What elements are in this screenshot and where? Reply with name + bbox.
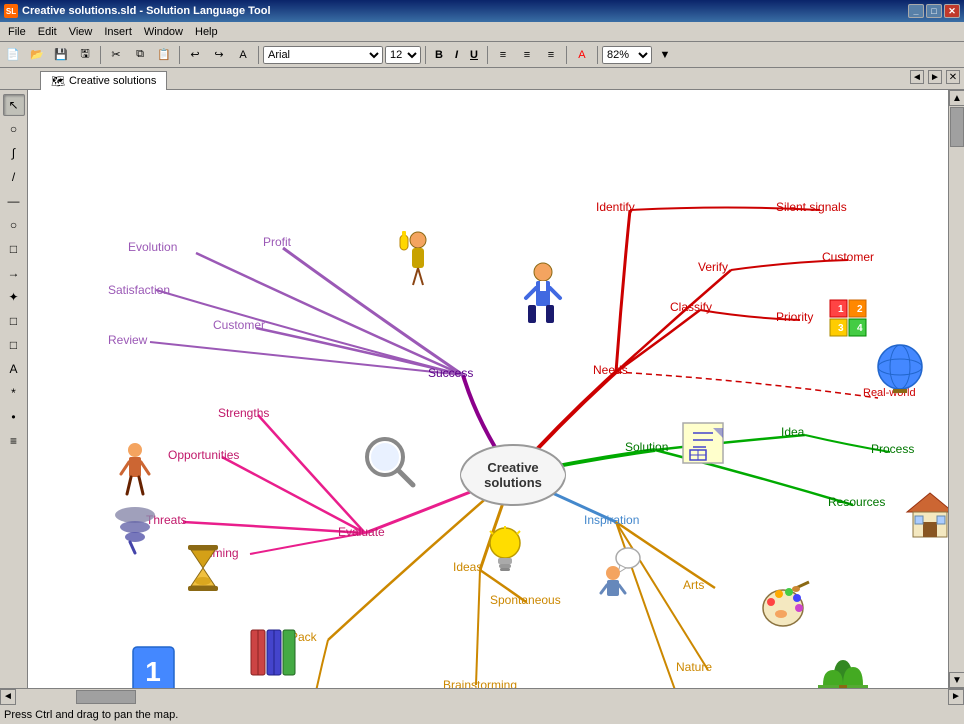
menu-file[interactable]: File [2,24,32,40]
left-toolbar: ↖ ○ ∫ / — ○ □ → ✦ □ □ A * • ≡ [0,90,28,688]
zoom-dropdown-button[interactable]: ▼ [654,45,676,65]
tool-rect[interactable]: □ [3,238,25,260]
right-scrollbar: ▲ ▼ [948,90,964,688]
separator-5 [487,46,488,64]
tab-ctrl-left[interactable]: ◄ [910,70,924,84]
minimize-button[interactable]: _ [908,4,924,18]
scroll-track[interactable] [949,106,964,672]
tab-creative-solutions[interactable]: 🗺 Creative solutions [40,71,167,90]
tool-more[interactable]: ≡ [3,430,25,452]
menu-view[interactable]: View [63,24,99,40]
tool-dot[interactable]: • [3,406,25,428]
menu-bar: File Edit View Insert Window Help [0,22,964,42]
main-layout: ↖ ○ ∫ / — ○ □ → ✦ □ □ A * • ≡ [0,90,964,688]
menu-edit[interactable]: Edit [32,24,63,40]
separator-7 [597,46,598,64]
app-icon: SL [4,4,18,18]
separator-1 [100,46,101,64]
title-bar: SL Creative solutions.sld - Solution Lan… [0,0,964,22]
save-button[interactable]: 💾 [50,45,72,65]
status-bar: Press Ctrl and drag to pan the map. [0,704,964,724]
scroll-left-button[interactable]: ◄ [0,689,16,705]
bottom-scrollbar: ◄ ► [0,688,964,704]
menu-help[interactable]: Help [189,24,224,40]
tool-line[interactable]: / [3,166,25,188]
tool-star[interactable]: ✦ [3,286,25,308]
tool-arrow[interactable]: → [3,262,25,284]
bold-button[interactable]: B [430,45,448,65]
align-right-button[interactable]: ≡ [540,45,562,65]
tool-symbol[interactable]: * [3,382,25,404]
mind-map-svg [28,90,948,688]
format-button[interactable]: A [232,45,254,65]
tab-ctrl-right[interactable]: ► [928,70,942,84]
tab-label: Creative solutions [69,75,156,87]
tool-text[interactable]: A [3,358,25,380]
tool-oval[interactable]: ○ [3,118,25,140]
font-selector[interactable]: Arial Times New Roman Verdana [263,46,383,64]
save-as-button[interactable]: 🖫 [74,45,96,65]
tab-bar: ◄ ► 🗺 Creative solutions ◄ ► ✕ [0,68,964,90]
tool-select[interactable]: ↖ [3,94,25,116]
canvas-area[interactable]: Creativesolutions Success Profit Evoluti… [28,90,948,688]
tool-circle[interactable]: ○ [3,214,25,236]
status-text: Press Ctrl and drag to pan the map. [4,709,960,721]
separator-3 [258,46,259,64]
cut-button[interactable]: ✂ [105,45,127,65]
tab-controls: ◄ ► ✕ [910,70,960,84]
font-size-selector[interactable]: 10 12 14 16 [385,46,421,64]
align-center-button[interactable]: ≡ [516,45,538,65]
new-button[interactable]: 📄 [2,45,24,65]
italic-button[interactable]: I [450,45,463,65]
scroll-right-button[interactable]: ► [948,689,964,705]
h-scroll-track[interactable] [16,689,948,705]
underline-button[interactable]: U [465,45,483,65]
copy-button[interactable]: ⧉ [129,45,151,65]
menu-window[interactable]: Window [138,24,189,40]
scroll-down-button[interactable]: ▼ [949,672,964,688]
tab-icon: 🗺 [51,75,65,88]
h-scroll-thumb[interactable] [76,690,136,704]
maximize-button[interactable]: □ [926,4,942,18]
tool-image[interactable]: □ [3,334,25,356]
mind-map: Creativesolutions Success Profit Evoluti… [28,90,948,688]
align-left-button[interactable]: ≡ [492,45,514,65]
scroll-up-button[interactable]: ▲ [949,90,964,106]
zoom-selector[interactable]: 50% 75% 82% 100% 150% [602,46,652,64]
window-controls: _ □ ✕ [908,4,960,18]
toolbar: 📄 📂 💾 🖫 ✂ ⧉ 📋 ↩ ↪ A Arial Times New Roma… [0,42,964,68]
font-color-button[interactable]: A [571,45,593,65]
tool-hline[interactable]: — [3,190,25,212]
separator-6 [566,46,567,64]
menu-insert[interactable]: Insert [98,24,138,40]
open-button[interactable]: 📂 [26,45,48,65]
redo-button[interactable]: ↪ [208,45,230,65]
window-title: Creative solutions.sld - Solution Langua… [22,5,908,17]
tool-box[interactable]: □ [3,310,25,332]
separator-4 [425,46,426,64]
scroll-thumb[interactable] [950,107,964,147]
tool-curve[interactable]: ∫ [3,142,25,164]
undo-button[interactable]: ↩ [184,45,206,65]
separator-2 [179,46,180,64]
paste-button[interactable]: 📋 [153,45,175,65]
tab-ctrl-close[interactable]: ✕ [946,70,960,84]
close-button[interactable]: ✕ [944,4,960,18]
